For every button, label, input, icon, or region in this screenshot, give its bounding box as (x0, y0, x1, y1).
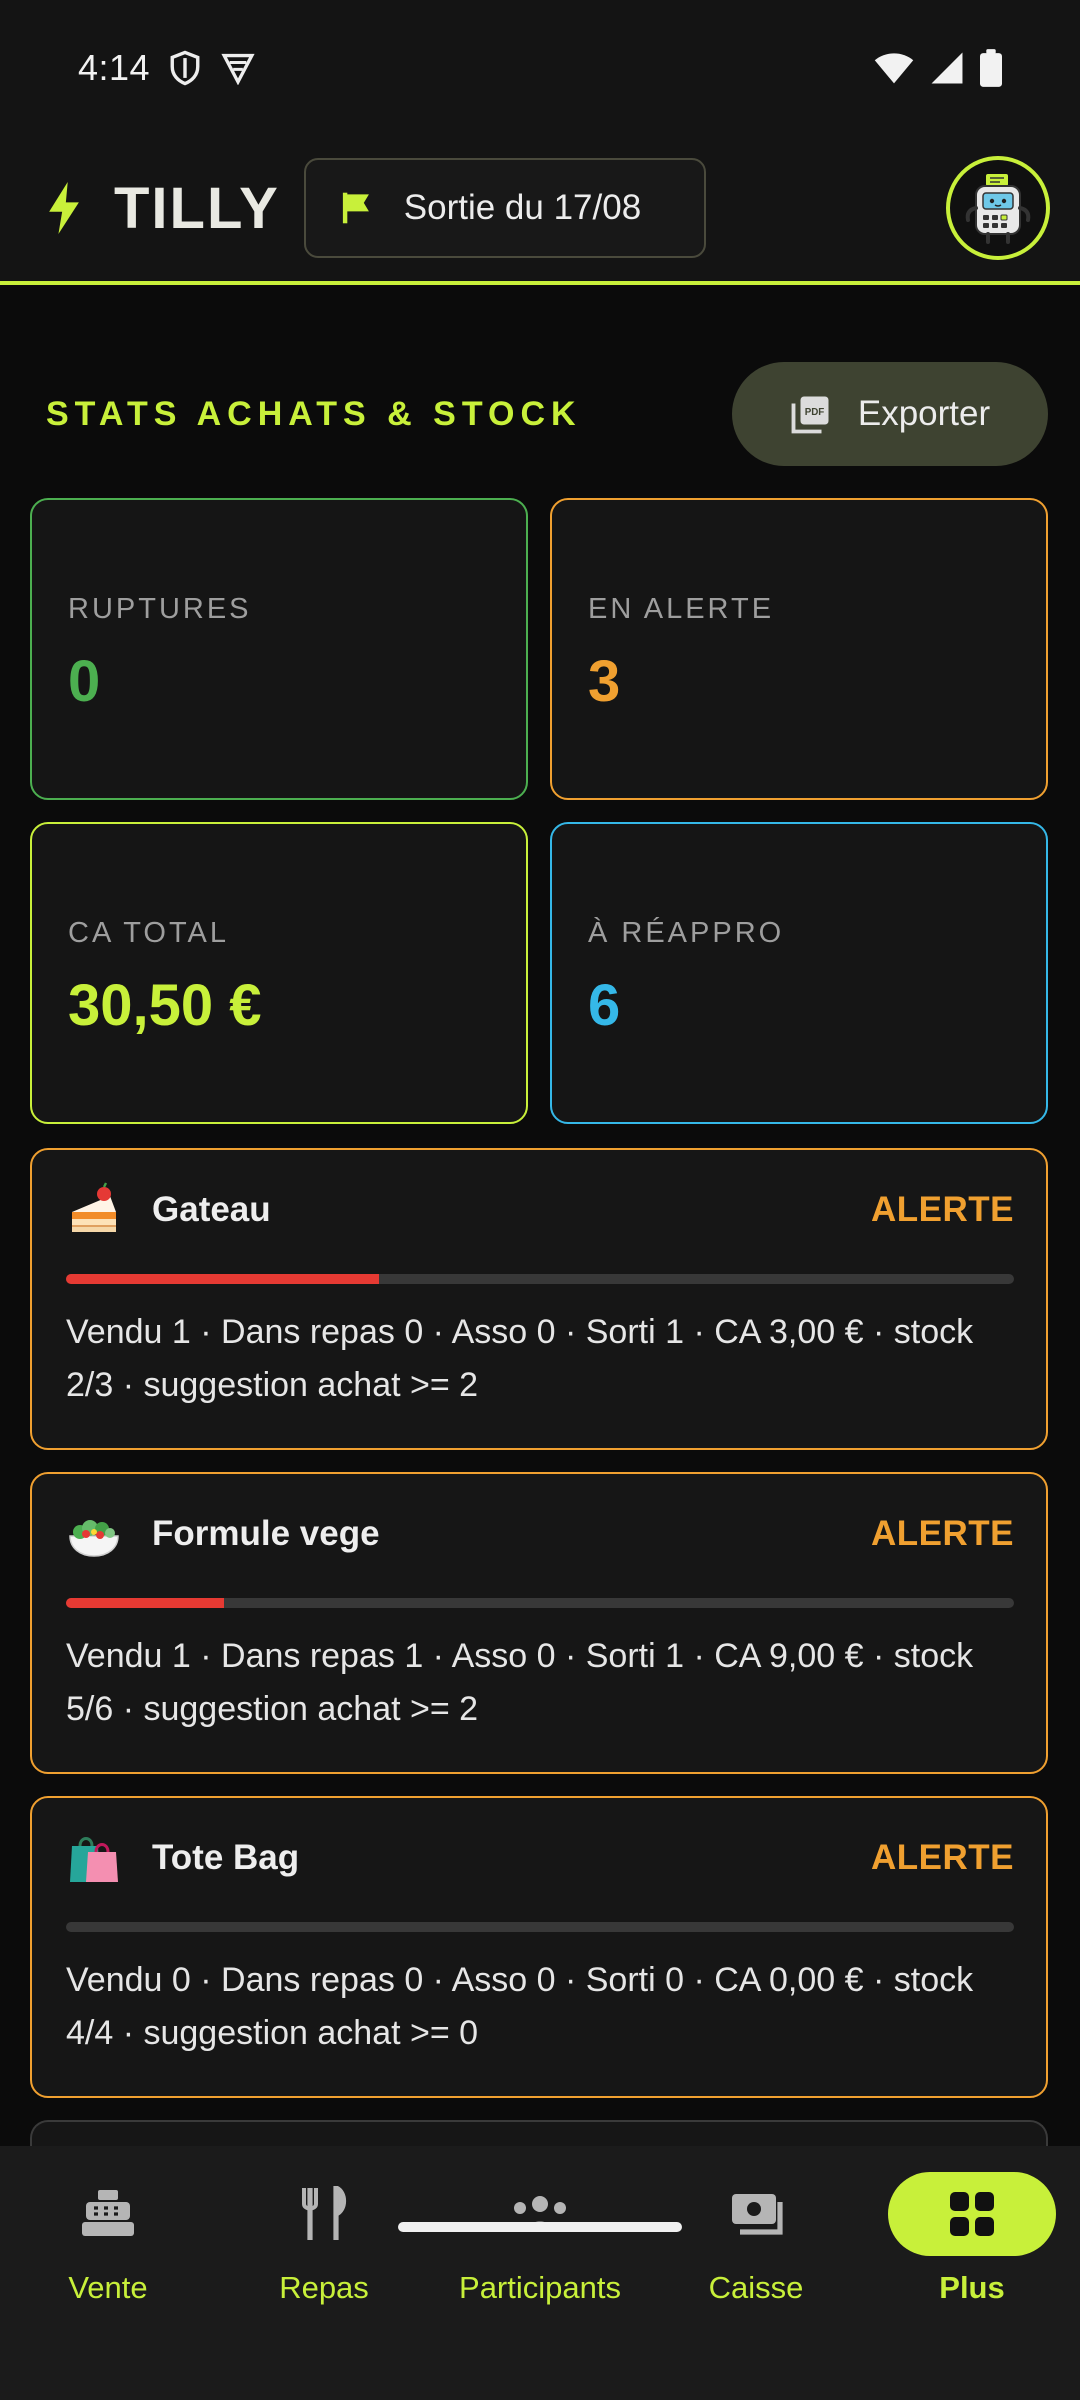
product-card-gateau[interactable]: Gateau ALERTE Vendu 1 · Dans repas 0 · A… (30, 1148, 1048, 1450)
cash-drawer-icon (732, 2194, 783, 2235)
stock-progress-track (66, 1598, 1014, 1608)
status-badge: ALERTE (871, 1190, 1014, 1229)
stat-label: CA TOTAL (68, 917, 229, 949)
fork-knife-icon (302, 2186, 347, 2240)
nav-item-plus[interactable]: Plus (864, 2172, 1080, 2326)
status-badge: ALERTE (871, 1514, 1014, 1553)
status-badge: ALERTE (871, 1838, 1014, 1877)
stat-label: À RÉAPPRO (588, 917, 785, 949)
signal-icon (931, 52, 963, 83)
status-time: 4:14 (78, 46, 151, 88)
stat-value: 30,50 € (68, 973, 262, 1038)
app-screen: 4:14 TILLY Sortie du 17/08 STATS ACHATS … (0, 0, 1080, 2400)
product-details: Vendu 1 · Dans repas 1 · Asso 0 · Sorti … (66, 1637, 974, 1728)
stat-card-a-reappro: À RÉAPPRO 6 (550, 822, 1048, 1124)
home-indicator[interactable] (398, 2222, 682, 2232)
stat-label: EN ALERTE (588, 593, 775, 625)
nav-icon-container (672, 2172, 840, 2256)
product-header: Formule vege ALERTE (66, 1498, 1014, 1570)
nav-label: Plus (939, 2270, 1005, 2305)
nav-label: Vente (68, 2270, 148, 2305)
session-label: Sortie du 17/08 (403, 188, 642, 227)
shopping-bag-icon (70, 1837, 118, 1882)
svg-text:PDF: PDF (805, 407, 825, 418)
shield-icon (170, 50, 200, 85)
battery-icon (980, 48, 1002, 87)
product-name: Formule vege (152, 1514, 380, 1553)
stat-value: 0 (68, 649, 101, 714)
nav-icon-container (24, 2172, 192, 2256)
product-name: Tote Bag (152, 1838, 300, 1877)
product-header: Tote Bag ALERTE (66, 1822, 1014, 1894)
product-name: Gateau (152, 1190, 271, 1229)
nav-items: Vente Repas Participants Caisse Plus (0, 2146, 1080, 2326)
app-title: TILLY (114, 175, 280, 241)
status-right (874, 48, 1002, 87)
cake-icon (72, 1182, 116, 1232)
nav-item-repas[interactable]: Repas (216, 2172, 432, 2326)
stock-progress-fill (66, 1274, 379, 1284)
stock-progress-track (66, 1274, 1014, 1284)
nav-item-participants[interactable]: Participants (432, 2172, 648, 2326)
cash-register-icon (82, 2190, 134, 2236)
section-title: STATS ACHATS & STOCK (46, 394, 582, 433)
nav-item-vente[interactable]: Vente (0, 2172, 216, 2326)
nav-label: Participants (459, 2270, 621, 2305)
stat-card-ruptures: RUPTURES 0 (30, 498, 528, 800)
product-card-tote-bag[interactable]: Tote Bag ALERTE Vendu 0 · Dans repas 0 ·… (30, 1796, 1048, 2098)
stat-value: 3 (588, 649, 621, 714)
nav-icon-container (240, 2172, 408, 2256)
product-header: Gateau ALERTE (66, 1174, 1014, 1246)
product-details: Vendu 0 · Dans repas 0 · Asso 0 · Sorti … (66, 1961, 974, 2052)
grid-icon (950, 2192, 994, 2236)
app-bar: TILLY Sortie du 17/08 (0, 135, 1080, 285)
stat-card-en-alerte: EN ALERTE 3 (550, 498, 1048, 800)
nav-label: Repas (279, 2270, 369, 2305)
bolt-icon (49, 182, 79, 234)
section-header: STATS ACHATS & STOCK PDF Exporter (32, 362, 1048, 466)
session-selector[interactable]: Sortie du 17/08 (303, 158, 706, 258)
product-card-formule-vege[interactable]: Formule vege ALERTE Vendu 1 · Dans repas… (30, 1472, 1048, 1774)
stat-card-ca-total: CA TOTAL 30,50 € (30, 822, 528, 1124)
flag-icon (342, 192, 369, 224)
salad-icon (69, 1520, 119, 1557)
product-details: Vendu 1 · Dans repas 0 · Asso 0 · Sorti … (66, 1313, 974, 1404)
wifi-icon (874, 52, 914, 83)
status-left: 4:14 (78, 47, 256, 89)
vpn-icon (221, 53, 255, 85)
stat-value: 6 (588, 973, 621, 1038)
nav-label: Caisse (708, 2270, 804, 2305)
pdf-icon: PDF (791, 396, 829, 434)
product-list: Gateau ALERTE Vendu 1 · Dans repas 0 · A… (30, 1148, 1048, 2160)
stat-label: RUPTURES (68, 593, 252, 625)
nav-icon-container (888, 2172, 1056, 2256)
export-pdf-button[interactable]: PDF Exporter (732, 362, 1048, 466)
stock-progress-fill (66, 1598, 225, 1608)
bottom-nav: Vente Repas Participants Caisse Plus (0, 2146, 1080, 2400)
export-label: Exporter (857, 394, 991, 433)
nav-item-caisse[interactable]: Caisse (648, 2172, 864, 2326)
nav-icon-container (456, 2172, 624, 2256)
stats-grid: RUPTURES 0 EN ALERTE 3 CA TOTAL 30,50 € … (30, 498, 1048, 1124)
avatar-button[interactable] (946, 156, 1050, 260)
status-bar: 4:14 (0, 0, 1080, 135)
robot-mascot-icon (965, 174, 1031, 244)
stock-progress-track (66, 1922, 1014, 1932)
